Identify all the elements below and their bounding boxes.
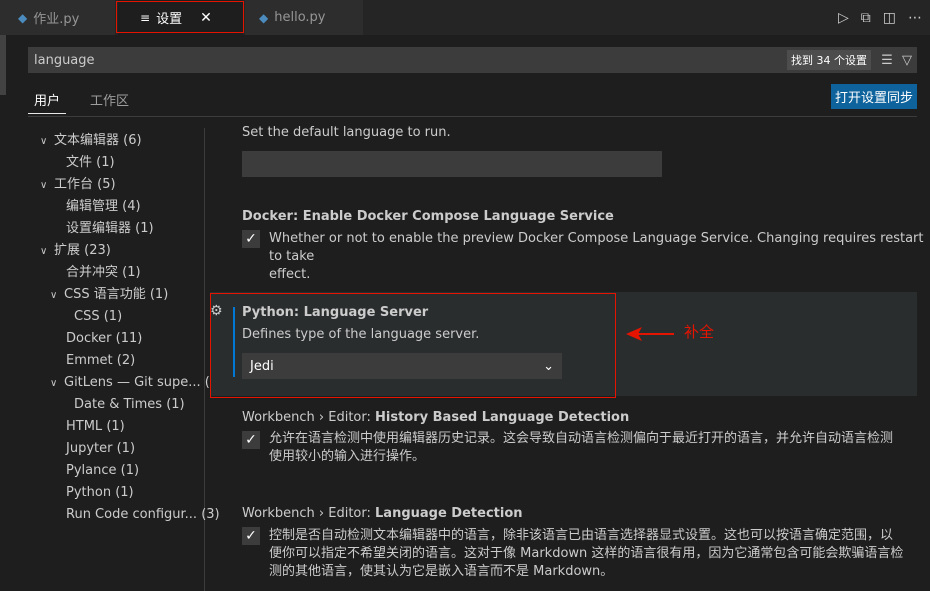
toc-item[interactable]: Jupyter (1): [66, 439, 135, 459]
toc-item[interactable]: Emmet (2): [66, 351, 135, 371]
toc-item[interactable]: CSS (1): [74, 307, 122, 327]
divider: [28, 116, 917, 117]
tab-label: 作业.py: [33, 12, 80, 27]
setting-title: Workbench › Editor: History Based Langua…: [242, 410, 630, 425]
tab-workspace[interactable]: 工作区: [84, 86, 135, 114]
settings-sync-button[interactable]: 打开设置同步: [831, 84, 917, 109]
focus-indicator: [233, 307, 235, 377]
annotation-arrow-icon: [626, 327, 674, 341]
open-json-icon[interactable]: ⧉: [861, 10, 871, 26]
select-value: Jedi: [250, 358, 274, 374]
setting-title: Python: Language Server: [242, 305, 429, 320]
language-server-select[interactable]: Jedi ⌄: [242, 353, 562, 379]
chevron-down-icon: ⌄: [543, 358, 554, 374]
toc-item[interactable]: ∨ 工作台 (5): [40, 175, 116, 195]
tab-user[interactable]: 用户: [28, 86, 67, 114]
setting-description: Defines type of the language server.: [242, 327, 480, 342]
scope-tabs: 用户 工作区: [28, 86, 135, 114]
toc-item[interactable]: 编辑管理 (4): [66, 197, 141, 217]
toc-item[interactable]: ∨GitLens — Git supe... (1): [50, 373, 223, 393]
gear-icon[interactable]: ⚙: [210, 303, 226, 319]
settings-search-bar: 找到 34 个设置 ☰ ▽: [28, 47, 917, 73]
toc-item[interactable]: ∨ CSS 语言功能 (1): [50, 285, 168, 305]
editor-actions: ▷ ⧉ ◫ ⋯: [838, 0, 922, 35]
toc-item[interactable]: ∨ 扩展 (23): [40, 241, 111, 261]
toc-item[interactable]: 合并冲突 (1): [66, 263, 141, 283]
setting-description: 允许在语言检测中使用编辑器历史记录。这会导致自动语言检测偏向于最近打开的语言，并…: [269, 431, 894, 464]
toc-item[interactable]: HTML (1): [66, 417, 125, 437]
setting-title: Docker: Enable Docker Compose Language S…: [242, 209, 614, 224]
tab-hello-py[interactable]: ◆ hello.py: [245, 0, 363, 35]
toc-item[interactable]: Run Code configur... (3): [66, 505, 220, 525]
language-detection-checkbox[interactable]: ✓: [242, 527, 260, 545]
toc-item[interactable]: ∨ 文本编辑器 (6): [40, 131, 142, 151]
clear-filter-icon[interactable]: ☰: [877, 53, 897, 68]
setting-description: Set the default language to run.: [242, 125, 451, 140]
more-actions-icon[interactable]: ⋯: [908, 10, 922, 26]
python-file-icon: ◆: [259, 10, 269, 25]
toc-item[interactable]: Date & Times (1): [74, 395, 185, 415]
search-input[interactable]: [28, 52, 787, 68]
default-language-input[interactable]: [242, 151, 662, 177]
setting-description: 控制是否自动检测文本编辑器中的语言，除非该语言已由语言选择器显式设置。这也可以按…: [269, 528, 904, 579]
toc-item[interactable]: Docker (11): [66, 329, 142, 349]
chevron-down-icon: ∨: [40, 180, 48, 191]
annotation-label: 补全: [684, 323, 715, 341]
history-detection-checkbox[interactable]: ✓: [242, 431, 260, 449]
result-count-badge: 找到 34 个设置: [787, 50, 871, 70]
setting-title: Workbench › Editor: Language Detection: [242, 506, 523, 521]
split-editor-icon[interactable]: ◫: [883, 10, 896, 26]
toc-item[interactable]: Python (1): [66, 483, 134, 503]
docker-compose-checkbox[interactable]: ✓: [242, 230, 260, 248]
filter-icon[interactable]: ▽: [897, 53, 917, 68]
tab-settings[interactable]: ≡ 设置 ✕: [118, 0, 243, 35]
scrollbar[interactable]: [0, 35, 6, 95]
settings-file-icon: ≡: [140, 10, 151, 25]
run-icon[interactable]: ▷: [838, 10, 849, 26]
chevron-down-icon: ∨: [50, 378, 58, 389]
tab-homework-py[interactable]: ◆ 作业.py: [0, 0, 115, 35]
tab-label: hello.py: [274, 10, 326, 25]
chevron-down-icon: ∨: [40, 246, 48, 257]
tab-label: 设置: [156, 12, 183, 27]
setting-description: Whether or not to enable the preview Doc…: [269, 231, 924, 282]
close-icon[interactable]: ✕: [200, 10, 212, 26]
toc-item[interactable]: 设置编辑器 (1): [66, 219, 154, 239]
editor-tab-bar: ◆ 作业.py ≡ 设置 ✕ ◆ hello.py ▷ ⧉ ◫ ⋯: [0, 0, 930, 35]
chevron-down-icon: ∨: [50, 290, 58, 301]
chevron-down-icon: ∨: [40, 136, 48, 147]
python-file-icon: ◆: [18, 10, 28, 25]
toc-item[interactable]: Pylance (1): [66, 461, 139, 481]
toc-item[interactable]: 文件 (1): [66, 153, 115, 173]
